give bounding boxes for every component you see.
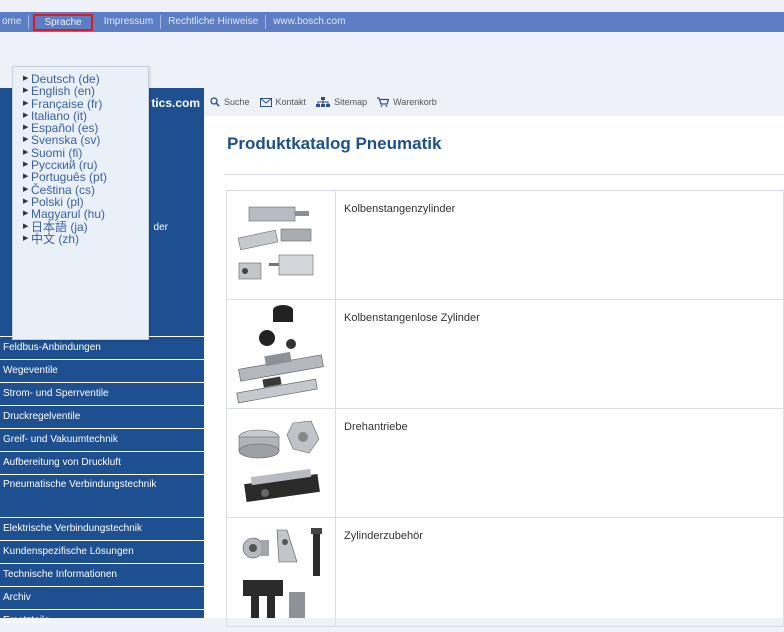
catalog-link-cylinder-accessories[interactable]: Zylinderzubehör <box>336 518 423 626</box>
nav-item-pneumatic-connection[interactable]: Pneumatische Verbindungstechnik <box>0 474 204 517</box>
title-divider <box>224 174 784 175</box>
sitemap-icon <box>316 97 331 107</box>
nav-item-directional-valves[interactable]: Wegeventile <box>0 359 204 382</box>
cart-label: Warenkorb <box>393 97 437 107</box>
language-list: ▶ Deutsch (de) ▶ English (en) ▶ Française (… <box>13 67 148 245</box>
triangle-right-icon: ▶ <box>23 75 29 82</box>
triangle-right-icon: ▶ <box>23 222 29 230</box>
triangle-right-icon: ▶ <box>23 99 29 107</box>
catalog-list: Kolbenstangenzylinder Kolbenstangenlose … <box>226 190 784 627</box>
sitemap-link[interactable]: Sitemap <box>316 97 367 107</box>
catalog-image-rodless-cylinder[interactable] <box>227 300 336 408</box>
catalog-image-cylinder-accessories[interactable] <box>227 518 336 626</box>
nav-language[interactable]: Sprache <box>33 13 93 31</box>
contact-link[interactable]: Kontakt <box>259 97 307 107</box>
nav-item-technical-info[interactable]: Technische Informationen <box>0 563 204 586</box>
search-label: Suche <box>224 97 250 107</box>
page-title: Produktkatalog Pneumatik <box>227 134 442 153</box>
nav-item-electrical-connection[interactable]: Elektrische Verbindungstechnik <box>0 517 204 540</box>
triangle-right-icon: ▶ <box>23 161 29 169</box>
envelope-icon <box>259 97 272 107</box>
rotary-actuator-image <box>238 420 320 503</box>
cart-icon <box>377 97 390 107</box>
cart-link[interactable]: Warenkorb <box>377 97 437 107</box>
nav-item-archive[interactable]: Archiv <box>0 586 204 609</box>
triangle-right-icon: ▶ <box>23 87 29 95</box>
catalog-link-piston-cylinder[interactable]: Kolbenstangenzylinder <box>336 191 455 299</box>
catalog-row: Drehantriebe <box>226 408 784 517</box>
catalog-row: Zylinderzubehör <box>226 517 784 627</box>
contact-label: Kontakt <box>275 97 307 107</box>
catalog-link-rodless-cylinder[interactable]: Kolbenstangenlose Zylinder <box>336 300 480 408</box>
nav-item-spare-parts[interactable]: Ersatzteile <box>0 609 204 632</box>
main-content: Produktkatalog Pneumatik Kolbenstangenzy… <box>204 116 784 627</box>
triangle-right-icon: ▶ <box>23 210 29 218</box>
sitemap-label: Sitemap <box>334 97 368 107</box>
catalog-image-piston-cylinder[interactable] <box>227 191 336 299</box>
language-option-zh[interactable]: ▶ 中文 (zh) <box>23 233 148 245</box>
cylinder-product-image <box>237 206 314 280</box>
triangle-right-icon: ▶ <box>23 136 29 144</box>
catalog-link-rotary-actuator[interactable]: Drehantriebe <box>336 409 408 517</box>
language-dropdown: ▶ Deutsch (de) ▶ English (en) ▶ Française (… <box>12 66 149 340</box>
triangle-right-icon: ▶ <box>23 173 29 181</box>
catalog-row: Kolbenstangenlose Zylinder <box>226 299 784 408</box>
triangle-right-icon: ▶ <box>23 148 29 156</box>
top-navigation: ome Sprache Impressum Rechtliche Hinweis… <box>0 12 784 32</box>
nav-item-custom-solutions[interactable]: Kundenspezifische Lösungen <box>0 540 204 563</box>
nav-imprint[interactable]: Impressum <box>97 15 162 29</box>
catalog-row: Kolbenstangenzylinder <box>226 190 784 299</box>
search-icon <box>210 97 220 107</box>
cylinder-accessories-image <box>242 528 322 618</box>
nav-item-flow-valves[interactable]: Strom- und Sperrventile <box>0 382 204 405</box>
rodless-cylinder-image <box>236 305 324 404</box>
toolbar: Suche Kontakt Sitemap Warenkorb <box>204 88 784 116</box>
nav-bosch-link[interactable]: www.bosch.com <box>266 15 352 29</box>
nav-item-air-preparation[interactable]: Aufbereitung von Druckluft <box>0 451 204 474</box>
triangle-right-icon: ▶ <box>23 197 29 205</box>
triangle-right-icon: ▶ <box>23 185 29 193</box>
nav-legal[interactable]: Rechtliche Hinweise <box>161 15 267 29</box>
nav-item-gripping[interactable]: Greif- und Vakuumtechnik <box>0 428 204 451</box>
triangle-right-icon: ▶ <box>23 124 29 132</box>
catalog-image-rotary-actuator[interactable] <box>227 409 336 517</box>
triangle-right-icon: ▶ <box>23 111 29 119</box>
triangle-right-icon: ▶ <box>23 234 29 242</box>
nav-item-pressure-valves[interactable]: Druckregelventile <box>0 405 204 428</box>
nav-home[interactable]: ome <box>0 15 30 29</box>
search-link[interactable]: Suche <box>210 97 250 107</box>
